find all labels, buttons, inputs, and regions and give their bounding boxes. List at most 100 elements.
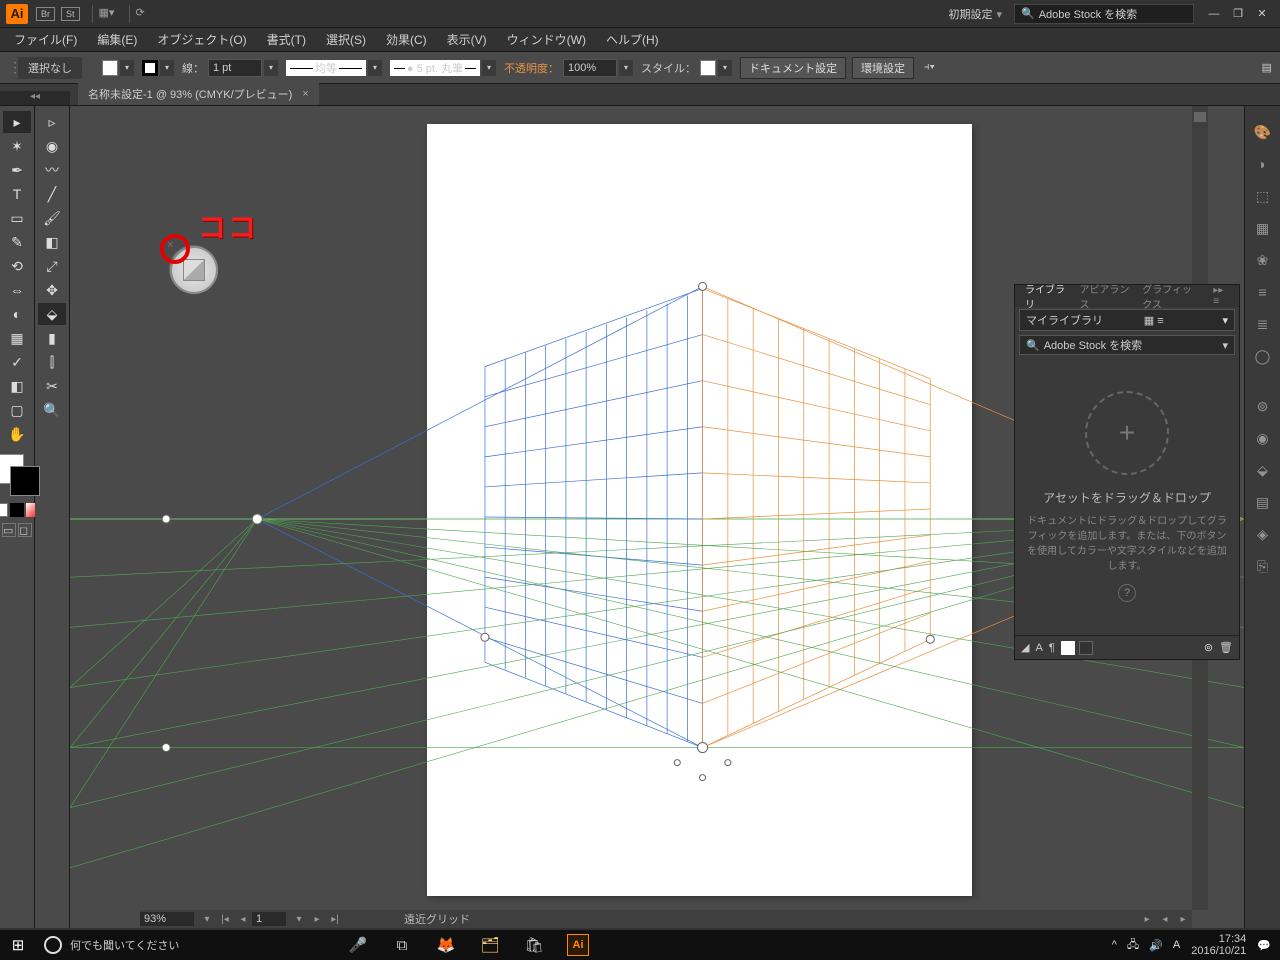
page-number[interactable]: 1 (252, 912, 286, 926)
menu-view[interactable]: 表示(V) (437, 31, 497, 48)
stroke-label[interactable]: 線： (182, 60, 204, 76)
menu-object[interactable]: オブジェクト(O) (147, 31, 256, 48)
opacity-label[interactable]: 不透明度： (504, 60, 559, 76)
eraser-tool[interactable]: ◧ (38, 231, 66, 253)
store-icon[interactable]: 🛍 (512, 930, 556, 960)
arrange-docs-icon[interactable]: ▦▾ (99, 6, 115, 22)
library-dropdown[interactable]: マイライブラリ▦ ≡ (1019, 309, 1235, 331)
workspace-preset[interactable]: 初期設定 (948, 6, 1002, 22)
tab-graphics[interactable]: グラフィックス (1136, 281, 1207, 311)
guide-icon[interactable]: ◗ (1252, 153, 1274, 175)
gradient-tool[interactable]: ▮ (38, 327, 66, 349)
menu-edit[interactable]: 編集(E) (87, 31, 147, 48)
slice-tool[interactable]: ✂ (38, 375, 66, 397)
add-color-icon[interactable]: ◢ (1021, 641, 1029, 654)
trash-icon[interactable]: 🗑 (1219, 641, 1233, 654)
selection-tool[interactable]: ▸ (3, 111, 31, 133)
action-center-icon[interactable]: 💬 (1257, 939, 1271, 952)
clock[interactable]: 17:342016/10/21 (1191, 933, 1246, 957)
tray-chevron-icon[interactable]: ^ (1112, 939, 1117, 951)
artboard-tool[interactable]: ▢ (3, 399, 31, 421)
shape-builder-tool[interactable]: ◐ (3, 303, 31, 325)
minimize-button[interactable]: — (1202, 5, 1226, 23)
scale-tool[interactable]: ⤢ (38, 255, 66, 277)
stock-search[interactable]: 🔍 Adobe Stock を検索 (1014, 4, 1194, 24)
fill-stroke-control[interactable] (0, 452, 42, 498)
add-paragraph-icon[interactable]: ¶ (1049, 642, 1055, 654)
menu-window[interactable]: ウィンドウ(W) (497, 31, 596, 48)
panel-menu-icon[interactable]: ▤ (1262, 61, 1272, 74)
grip-icon[interactable]: ⋮ (8, 59, 18, 76)
cortana-search[interactable]: 何でも聞いてください (36, 931, 336, 959)
close-button[interactable]: ✕ (1250, 5, 1274, 23)
firefox-icon[interactable]: 🦊 (424, 930, 468, 960)
stroke-panel-icon[interactable]: ≡ (1252, 281, 1274, 303)
start-button[interactable]: ⊞ (0, 930, 36, 960)
stroke-width[interactable] (208, 59, 262, 77)
cc-libraries-icon[interactable]: ⊚ (1252, 395, 1274, 417)
opacity-value[interactable] (563, 59, 617, 77)
prefs-button[interactable]: 環境設定 (852, 57, 914, 79)
graphic-styles-icon[interactable]: ⬙ (1252, 459, 1274, 481)
column-graph-tool[interactable]: ⫿ (38, 351, 66, 373)
volume-icon[interactable]: 🔊 (1149, 939, 1163, 952)
cloud-icon[interactable]: ⊚ (1204, 641, 1213, 654)
network-icon[interactable]: 🖧 (1127, 936, 1139, 955)
symbols-icon[interactable]: ❀ (1252, 249, 1274, 271)
hand-tool[interactable]: ✋ (3, 423, 31, 445)
stock-icon[interactable]: St (61, 7, 80, 21)
layers-icon[interactable]: ▤ (1252, 491, 1274, 513)
style-label[interactable]: スタイル： (641, 60, 696, 76)
mesh-tool[interactable]: ▦ (3, 327, 31, 349)
pencil-tool[interactable]: ✎ (3, 231, 31, 253)
swatches-icon[interactable]: ⬚ (1252, 185, 1274, 207)
eyedropper-tool[interactable]: ✓ (3, 351, 31, 373)
menu-type[interactable]: 書式(T) (257, 31, 316, 48)
doc-setup-button[interactable]: ドキュメント設定 (740, 57, 846, 79)
illustrator-taskbar-icon[interactable]: Ai (556, 930, 600, 960)
first-page[interactable]: |◂ (216, 914, 234, 925)
library-search[interactable]: 🔍 Adobe Stock を検索▾ (1019, 335, 1235, 355)
tab-close-icon[interactable]: × (302, 88, 308, 100)
fill-dd[interactable]: ▾ (120, 60, 134, 76)
profile-preview[interactable]: 均等 (286, 60, 366, 76)
type-tool[interactable]: T (3, 183, 31, 205)
width-tool[interactable]: ⇔ (3, 279, 31, 301)
gradient-panel-icon[interactable]: ≣ (1252, 313, 1274, 335)
stroke-swatch[interactable] (142, 60, 158, 76)
zoom-tool[interactable]: 🔍 (38, 399, 66, 421)
curvature-tool[interactable]: 〰 (38, 159, 66, 181)
document-tab[interactable]: 名称未設定-1 @ 93% (CMYK/プレビュー)× (78, 83, 319, 105)
tab-appearance[interactable]: アピアランス (1073, 281, 1136, 311)
bridge-icon[interactable]: Br (36, 7, 55, 21)
links-icon[interactable]: ⎘ (1252, 555, 1274, 577)
brush-preview[interactable]: ● 5 pt. 丸筆 (390, 60, 480, 76)
rectangle-tool[interactable]: ▭ (3, 207, 31, 229)
transparency-icon[interactable]: ◯ (1252, 345, 1274, 367)
mic-icon[interactable]: 🎤 (336, 930, 380, 960)
style-swatch[interactable] (700, 60, 716, 76)
direct-selection-tool[interactable]: ▹ (38, 111, 66, 133)
magic-wand-tool[interactable]: ✶ (3, 135, 31, 157)
tab-libraries[interactable]: ライブラリ (1019, 281, 1073, 311)
free-transform-tool[interactable]: ✥ (38, 279, 66, 301)
swatch-dark[interactable] (1079, 641, 1093, 655)
artboards-icon[interactable]: ◈ (1252, 523, 1274, 545)
tools-collapse[interactable]: ◂◂ (0, 91, 70, 105)
menu-effect[interactable]: 効果(C) (376, 31, 437, 48)
perspective-grid-tool[interactable]: ⬙ (38, 303, 66, 325)
ime-icon[interactable]: A (1173, 939, 1180, 951)
help-icon[interactable]: ? (1118, 584, 1136, 602)
color-icon[interactable]: 🎨 (1252, 121, 1274, 143)
explorer-icon[interactable]: 🗂 (468, 930, 512, 960)
appearance-icon[interactable]: ◉ (1252, 427, 1274, 449)
fill-swatch[interactable] (102, 60, 118, 76)
brush-tool[interactable]: 🖌 (38, 207, 66, 229)
menu-select[interactable]: 選択(S) (316, 31, 376, 48)
task-view-icon[interactable]: ⧉ (380, 930, 424, 960)
blend-tool[interactable]: ◧ (3, 375, 31, 397)
align-icon[interactable]: ⫞▾ (924, 61, 935, 74)
zoom-level[interactable]: 93% (140, 912, 194, 926)
line-tool[interactable]: ╱ (38, 183, 66, 205)
stroke-dd[interactable]: ▾ (160, 60, 174, 76)
